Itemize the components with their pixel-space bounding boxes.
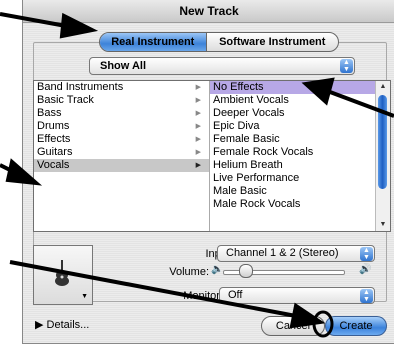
volume-slider[interactable]	[223, 264, 345, 278]
input-popup[interactable]: Channel 1 & 2 (Stereo) ▲ ▼	[217, 245, 375, 262]
preset-item[interactable]: Helium Breath	[210, 159, 376, 172]
speaker-high-icon: 🔊	[359, 264, 372, 275]
new-track-window: New Track Real Instrument Software Instr…	[22, 0, 394, 344]
category-item[interactable]: Drums ▶	[34, 120, 209, 133]
input-popup-value: Channel 1 & 2 (Stereo)	[226, 247, 339, 259]
preset-item[interactable]: Female Basic	[210, 133, 376, 146]
monitor-popup-value: Off	[228, 289, 243, 301]
tab-real-instrument[interactable]: Real Instrument	[100, 33, 207, 51]
category-item[interactable]: Band Instruments ▶	[34, 81, 209, 94]
details-disclosure[interactable]: ▶ Details...	[35, 318, 89, 331]
instrument-type-segmented-control: Real Instrument Software Instrument	[99, 32, 339, 52]
window-title: New Track	[23, 0, 394, 23]
annotation-arrow-line	[0, 163, 15, 174]
category-item[interactable]: Guitars ▶	[34, 146, 209, 159]
category-item-label: Guitars	[37, 146, 73, 158]
scroll-thumb[interactable]	[378, 95, 387, 189]
updown-arrows-icon: ▲ ▼	[340, 59, 353, 73]
volume-label: Volume:	[169, 266, 209, 278]
instrument-icon-button[interactable]: ▼	[33, 245, 93, 305]
scroll-up-icon[interactable]: ▲	[376, 81, 390, 93]
filter-popup[interactable]: Show All ▲ ▼	[89, 57, 355, 75]
guitar-icon	[55, 260, 69, 286]
cancel-button[interactable]: Cancel	[261, 316, 325, 336]
chevron-right-icon: ▶	[195, 136, 201, 143]
chevron-right-icon: ▶	[195, 123, 201, 130]
scroll-down-icon[interactable]: ▼	[376, 219, 390, 231]
chevron-down-icon: ▼	[81, 293, 88, 300]
disclosure-triangle-icon: ▶	[35, 319, 44, 331]
category-item-label: Band Instruments	[37, 81, 124, 93]
volume-slider-knob[interactable]	[239, 264, 253, 278]
category-item[interactable]: Bass ▶	[34, 107, 209, 120]
monitor-popup[interactable]: Off ▲ ▼	[219, 287, 375, 304]
category-item[interactable]: Basic Track ▶	[34, 94, 209, 107]
category-item-label: Effects	[37, 133, 71, 145]
preset-item[interactable]: Deeper Vocals	[210, 107, 376, 120]
chevron-right-icon: ▶	[195, 110, 201, 117]
category-item-label: Bass	[37, 107, 62, 119]
preset-item[interactable]: Epic Diva	[210, 120, 376, 133]
tab-software-instrument[interactable]: Software Instrument	[207, 33, 338, 51]
preset-item[interactable]: Live Performance	[210, 172, 376, 185]
chevron-right-icon: ▶	[195, 97, 201, 104]
preset-item[interactable]: No Effects	[210, 81, 376, 94]
preset-item[interactable]: Female Rock Vocals	[210, 146, 376, 159]
category-item-label: Vocals	[37, 159, 70, 171]
speaker-low-icon: 🔈	[211, 264, 224, 275]
category-item[interactable]: Effects ▶	[34, 133, 209, 146]
filter-popup-value: Show All	[100, 60, 147, 72]
chevron-right-icon: ▶	[195, 84, 201, 91]
details-label: Details...	[46, 319, 90, 331]
chevron-right-icon: ▶	[195, 162, 201, 169]
preset-item[interactable]: Male Basic	[210, 185, 376, 198]
chevron-right-icon: ▶	[195, 149, 201, 156]
updown-arrows-icon: ▲ ▼	[360, 289, 373, 303]
preset-item[interactable]: Male Rock Vocals	[210, 198, 376, 211]
create-button[interactable]: Create	[325, 316, 387, 336]
category-item[interactable]: Vocals ▶	[34, 159, 209, 172]
monitor-label: Monitor:	[183, 290, 223, 302]
instrument-browser: Band Instruments ▶ Basic Track ▶ Bass ▶ Drums ▶…	[33, 80, 391, 232]
preset-scrollbar[interactable]: ▲ ▼	[375, 81, 390, 231]
category-item-label: Drums	[37, 120, 70, 132]
updown-arrows-icon: ▲ ▼	[360, 247, 373, 261]
category-item-label: Basic Track	[37, 94, 94, 106]
preset-item[interactable]: Ambient Vocals	[210, 94, 376, 107]
preset-list: No Effects Ambient Vocals Deeper Vocals Epi…	[210, 81, 376, 231]
category-list: Band Instruments ▶ Basic Track ▶ Bass ▶ Drums ▶…	[34, 81, 210, 231]
